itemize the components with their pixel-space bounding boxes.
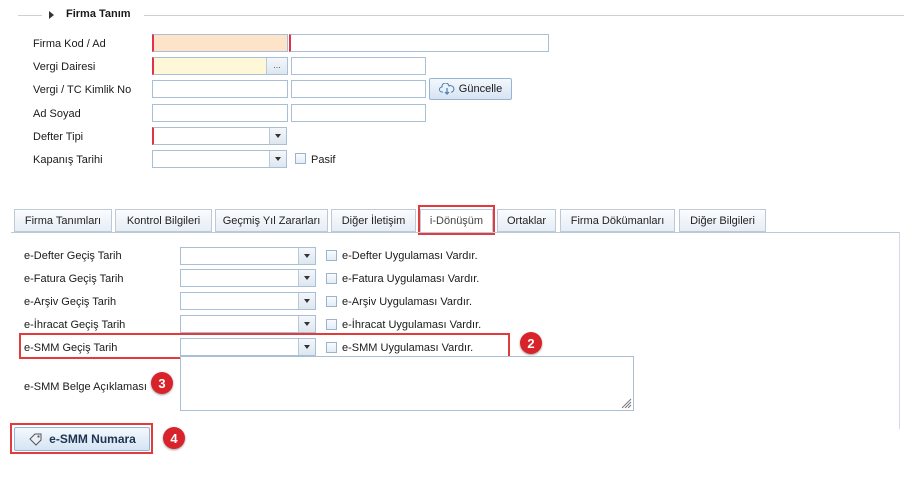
annotation-badge-4: 4 [163,427,185,449]
resize-grip-icon[interactable] [620,397,632,409]
e-arsiv-checkbox[interactable] [326,296,337,307]
vergi-dairesi-name-input[interactable] [291,57,426,75]
cloud-download-icon [438,83,455,95]
belge-aciklama-textarea[interactable] [180,356,634,411]
e-arsiv-label: e-Arşiv Geçiş Tarih [24,296,117,308]
tc-kimlik-input[interactable] [291,80,426,98]
e-ihracat-check-label: e-İhracat Uygulaması Vardır. [342,319,482,331]
active-tab-highlight [418,205,495,235]
e-defter-label: e-Defter Geçiş Tarih [24,250,122,262]
vergi-no-input[interactable] [152,80,288,98]
chevron-down-icon[interactable] [298,270,315,286]
e-arsiv-check-label: e-Arşiv Uygulaması Vardır. [342,296,473,308]
guncelle-label: Güncelle [458,83,503,95]
section-rule-right [144,15,904,16]
e-arsiv-date-select[interactable] [180,292,316,310]
vergi-dairesi-code-input[interactable]: ... [152,57,288,75]
e-ihracat-label: e-İhracat Geçiş Tarih [24,319,126,331]
pasif-label: Pasif [311,154,336,166]
tab-diger-iletisim[interactable]: Diğer İletişim [331,209,416,232]
lookup-button[interactable]: ... [266,58,287,74]
e-fatura-check-label: e-Fatura Uygulaması Vardır. [342,273,480,285]
tab-ortaklar[interactable]: Ortaklar [497,209,556,232]
e-defter-checkbox[interactable] [326,250,337,261]
chevron-down-icon[interactable] [298,316,315,332]
chevron-down-icon[interactable] [269,128,286,144]
chevron-down-icon[interactable] [298,248,315,264]
e-defter-date-select[interactable] [180,247,316,265]
e-ihracat-date-select[interactable] [180,315,316,333]
tab-kontrol-bilgileri[interactable]: Kontrol Bilgileri [115,209,212,232]
vergi-tc-label: Vergi / TC Kimlik No [33,84,132,96]
belge-aciklama-label: e-SMM Belge Açıklaması [24,381,147,393]
ad-input[interactable] [152,104,288,122]
defter-tipi-select[interactable] [152,127,287,145]
tab-gecmis-yil-zararlari[interactable]: Geçmiş Yıl Zararları [215,209,328,232]
kapanis-tarihi-select[interactable] [152,150,287,168]
soyad-input[interactable] [291,104,426,122]
vergi-dairesi-label: Vergi Dairesi [33,61,96,73]
collapse-arrow-icon[interactable] [49,11,54,19]
defter-tipi-label: Defter Tipi [33,131,84,143]
ad-soyad-label: Ad Soyad [33,108,81,120]
chevron-down-icon[interactable] [269,151,286,167]
e-ihracat-checkbox[interactable] [326,319,337,330]
pasif-checkbox[interactable] [295,153,306,164]
numara-button-highlight [10,423,153,454]
annotation-badge-2: 2 [520,332,542,354]
e-defter-check-label: e-Defter Uygulaması Vardır. [342,250,478,262]
guncelle-button[interactable]: Güncelle [429,78,512,100]
firma-kod-label: Firma Kod / Ad [33,38,106,50]
e-fatura-checkbox[interactable] [326,273,337,284]
section-title: Firma Tanım [66,8,131,20]
tab-firma-dokumanlari[interactable]: Firma Dökümanları [560,209,675,232]
section-rule-left [18,15,42,16]
kapanis-tarihi-label: Kapanış Tarihi [33,154,103,166]
e-fatura-label: e-Fatura Geçiş Tarih [24,273,124,285]
chevron-down-icon[interactable] [298,293,315,309]
firma-ad-input[interactable] [289,34,549,52]
tab-diger-bilgileri[interactable]: Diğer Bilgileri [679,209,766,232]
tab-firma-tanimlari[interactable]: Firma Tanımları [14,209,112,232]
firma-kod-input[interactable] [152,34,288,52]
annotation-badge-3: 3 [151,372,173,394]
e-fatura-date-select[interactable] [180,269,316,287]
